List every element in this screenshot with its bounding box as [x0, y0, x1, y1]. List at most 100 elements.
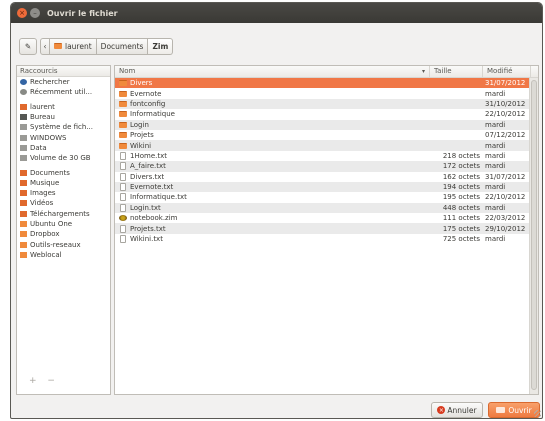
type-location-button[interactable]: ✎ — [19, 37, 37, 55]
place-item[interactable]: Téléchargements — [17, 209, 110, 219]
file-row[interactable]: Login.txt 448 octets mardi — [115, 202, 538, 214]
folder-open-icon — [496, 407, 506, 413]
folder-icon — [20, 251, 27, 258]
place-item[interactable]: Images — [17, 188, 110, 198]
file-row[interactable]: Divers.txt 162 octets 31/07/2012 — [115, 172, 538, 182]
cancel-button[interactable]: × Annuler — [431, 402, 483, 418]
close-window-button[interactable]: × — [17, 8, 27, 18]
place-label: WINDOWS — [30, 133, 67, 142]
minimize-window-button[interactable]: – — [30, 8, 40, 18]
place-item[interactable]: Ubuntu One — [17, 219, 110, 229]
file-name-cell: Wikini.txt — [115, 235, 430, 244]
file-row[interactable]: Projets 07/12/2012 — [115, 130, 538, 140]
column-name[interactable]: Nom ▾ — [115, 66, 430, 77]
drive-icon — [20, 124, 27, 131]
file-name: Wikini.txt — [130, 235, 163, 244]
file-name: Projets.txt — [130, 224, 166, 233]
place-label: Bureau — [30, 113, 55, 122]
file-name-cell: Evernote.txt — [115, 183, 430, 192]
title-bar[interactable]: × – Ouvrir le fichier — [11, 3, 542, 23]
place-item[interactable]: WINDOWS — [17, 132, 110, 142]
place-item[interactable]: Récemment util... — [17, 87, 110, 97]
file-name: Evernote — [130, 89, 162, 98]
place-label: Système de fich... — [30, 123, 93, 132]
drive-icon — [20, 134, 27, 141]
column-modified[interactable]: Modifié — [483, 66, 531, 77]
place-item[interactable]: Outils-reseaux — [17, 239, 110, 249]
file-name: Login.txt — [130, 203, 161, 212]
file-name-cell: Divers.txt — [115, 172, 430, 181]
drive-icon — [20, 144, 27, 151]
file-row[interactable]: Wikini mardi — [115, 140, 538, 151]
file-row[interactable]: Login mardi — [115, 119, 538, 130]
place-label: laurent — [30, 102, 55, 111]
remove-bookmark-button[interactable]: − — [47, 376, 55, 386]
add-bookmark-button[interactable]: + — [29, 376, 37, 386]
place-item[interactable]: Musique — [17, 178, 110, 188]
open-button[interactable]: Ouvrir — [488, 402, 540, 418]
place-item[interactable]: laurent — [17, 102, 110, 112]
path-bar: ✎ ‹ laurent Documents Zim — [19, 37, 174, 55]
file-size: 448 octets — [442, 203, 480, 212]
place-item[interactable]: Dropbox — [17, 229, 110, 239]
text-file-icon — [120, 235, 126, 244]
places-footer: + − — [29, 376, 63, 386]
column-size[interactable]: Taille — [430, 66, 483, 77]
file-row[interactable]: 1Home.txt 218 octets mardi — [115, 151, 538, 161]
place-item[interactable]: Vidéos — [17, 198, 110, 208]
place-label: Images — [30, 189, 56, 198]
file-name: notebook.zim — [130, 214, 178, 223]
breadcrumb-home[interactable]: laurent — [50, 37, 97, 55]
places-list: Rechercher Récemment util... laurent Bureau… — [17, 77, 110, 260]
file-name: Evernote.txt — [130, 183, 174, 192]
file-modified: mardi — [485, 162, 506, 171]
file-row[interactable]: Evernote mardi — [115, 88, 538, 98]
file-row[interactable]: Divers 31/07/2012 — [115, 78, 538, 89]
folder-icon — [119, 111, 127, 118]
places-header[interactable]: Raccourcis — [17, 66, 110, 77]
file-name-cell: A_faire.txt — [115, 162, 430, 171]
place-label: Rechercher — [30, 78, 70, 87]
place-item[interactable]: Documents — [17, 167, 110, 177]
place-item[interactable]: Bureau — [17, 112, 110, 122]
file-modified: mardi — [485, 235, 506, 244]
text-file-icon — [120, 203, 126, 212]
place-label: Ubuntu One — [30, 220, 73, 228]
place-item[interactable]: Rechercher — [17, 77, 110, 87]
file-row[interactable]: Informatique 22/10/2012 — [115, 109, 538, 119]
file-name-cell: Evernote — [115, 90, 430, 98]
file-name: A_faire.txt — [130, 162, 166, 171]
file-row[interactable]: Wikini.txt 725 octets mardi — [115, 234, 538, 244]
place-label: Data — [30, 143, 47, 152]
file-name-cell: fontconfig — [115, 100, 430, 108]
file-modified: 07/12/2012 — [485, 131, 526, 140]
file-name-cell: Informatique — [115, 110, 430, 118]
pictures-folder-icon — [20, 190, 27, 197]
file-row[interactable]: Evernote.txt 194 octets mardi — [115, 181, 538, 193]
place-item[interactable]: Volume de 30 GB — [17, 153, 110, 163]
file-row[interactable]: A_faire.txt 172 octets mardi — [115, 161, 538, 172]
file-row[interactable]: fontconfig 31/10/2012 — [115, 98, 538, 110]
breadcrumb-documents[interactable]: Documents — [96, 37, 149, 55]
scrollbar-thumb[interactable] — [531, 80, 537, 390]
file-name: Informatique — [130, 110, 175, 119]
file-modified: 29/10/2012 — [485, 224, 526, 233]
documents-folder-icon — [20, 169, 27, 176]
file-list: Nom ▾ Taille Modifié Divers 31/07/2012 Eve… — [114, 65, 539, 395]
breadcrumb-zim[interactable]: Zim — [148, 37, 174, 55]
place-item[interactable]: Weblocal — [17, 250, 110, 260]
file-modified: mardi — [485, 151, 506, 160]
path-scroll-left-button[interactable]: ‹ — [40, 37, 50, 55]
vertical-scrollbar[interactable] — [529, 78, 538, 394]
file-row[interactable]: Projets.txt 175 octets 29/10/2012 — [115, 223, 538, 234]
place-label: Récemment util... — [30, 88, 93, 97]
place-item[interactable]: Data — [17, 143, 110, 153]
text-file-icon — [120, 183, 126, 192]
file-size: 162 octets — [442, 172, 480, 181]
resize-grip[interactable] — [534, 410, 541, 417]
file-row[interactable]: notebook.zim 111 octets 22/03/2012 — [115, 213, 538, 223]
file-name-cell: 1Home.txt — [115, 151, 430, 160]
file-row[interactable]: Informatique.txt 195 octets 22/10/2012 — [115, 192, 538, 202]
place-item[interactable]: Système de fich... — [17, 122, 110, 132]
file-size: 172 octets — [442, 162, 480, 171]
